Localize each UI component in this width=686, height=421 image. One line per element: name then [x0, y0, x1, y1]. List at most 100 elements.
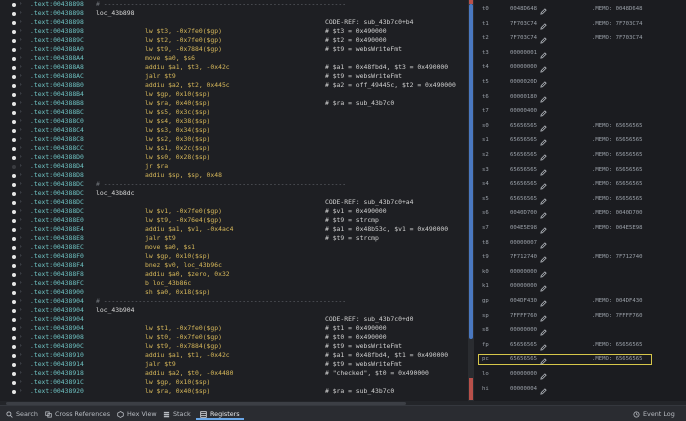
edit-pencil-icon[interactable]: [540, 167, 547, 176]
disassembly-line[interactable]: › .text:004388EC move $a0, $s1: [0, 243, 468, 252]
edit-pencil-icon[interactable]: [540, 79, 547, 88]
disassembly-line[interactable]: › .text:00438914 jalr $t9 # $t9 = websWrite…: [0, 360, 468, 369]
edit-pencil-icon[interactable]: [540, 210, 547, 220]
register-memory-ref[interactable]: .MEMO: 65656565: [592, 163, 643, 178]
breakpoint-dot[interactable]: [12, 209, 16, 214]
breakpoint-dot[interactable]: [12, 11, 16, 16]
register-row-lo[interactable]: lo 00000000: [474, 367, 686, 382]
register-memory-ref[interactable]: .MEMO: 004DF430: [592, 294, 643, 309]
disassembly-line[interactable]: › .text:00438908 lw $t0, -0x7fe0($gp) # $t0…: [0, 333, 468, 342]
register-value[interactable]: 65656565: [510, 177, 537, 192]
breakpoint-dot[interactable]: [12, 119, 16, 124]
breakpoint-dot[interactable]: [12, 389, 16, 394]
breakpoint-dot[interactable]: [12, 29, 16, 34]
register-value[interactable]: 65656565: [510, 338, 537, 353]
edit-pencil-icon[interactable]: [540, 342, 547, 351]
register-row-s2[interactable]: s2 65656565 .MEMO: 65656565: [474, 148, 686, 163]
register-value[interactable]: 0000020D: [510, 75, 537, 90]
disassembly-line[interactable]: › .text:004388A8 addiu $a1, $t3, -0x42c # $…: [0, 63, 468, 72]
register-memory-ref[interactable]: .MEMO: 65656565: [592, 177, 643, 192]
register-row-s6[interactable]: s6 0040D700 .MEMO: 0040D700: [474, 206, 686, 221]
edit-pencil-icon[interactable]: [540, 94, 547, 103]
register-row-pc[interactable]: pc 65656565 .MEMO: 65656565: [474, 352, 686, 367]
register-memory-ref[interactable]: .MEMO: 65656565: [592, 338, 643, 353]
register-memory-ref[interactable]: .MEMO: 0040D700: [592, 206, 643, 221]
edit-pencil-icon[interactable]: [540, 298, 547, 307]
register-row-sp[interactable]: sp 7FFFF760 .MEMO: 7FFFF760: [474, 309, 686, 324]
disassembly-line[interactable]: › .text:004388F4 bnez $v0, loc_43b96c: [0, 261, 468, 270]
edit-pencil-icon[interactable]: [540, 225, 547, 234]
breakpoint-dot[interactable]: [12, 173, 16, 178]
disassembly-line[interactable]: › .text:004388C4 lw $s3, 0x34($sp): [0, 126, 468, 135]
disassembly-line[interactable]: › .text:004388B0 addiu $a2, $t2, 0x445c # $…: [0, 81, 468, 90]
register-value[interactable]: 00000400: [510, 104, 537, 119]
edit-pencil-icon[interactable]: [540, 269, 547, 278]
register-row-t9[interactable]: t9 7F712740 .MEMO: 7F712740: [474, 250, 686, 265]
breakpoint-dot[interactable]: [12, 128, 16, 133]
disassembly-line[interactable]: › .text:00438918 addiu $a2, $t0, -0x4480 # …: [0, 369, 468, 378]
register-row-t4[interactable]: t4 00000000: [474, 60, 686, 75]
edit-pencil-icon[interactable]: [540, 356, 547, 366]
register-row-t0[interactable]: t0 0048D648 .MEMO: 0048D648: [474, 2, 686, 17]
edit-pencil-icon[interactable]: [540, 283, 547, 293]
register-value[interactable]: 7F703C74: [510, 17, 537, 32]
register-value[interactable]: 7F712740: [510, 250, 537, 265]
breakpoint-dot[interactable]: [12, 101, 16, 106]
breakpoint-dot[interactable]: [12, 299, 16, 304]
tab-stack[interactable]: Stack: [163, 406, 191, 421]
register-value[interactable]: 65656565: [510, 119, 537, 134]
register-value[interactable]: 004E5E98: [510, 221, 537, 236]
tab-cross-references[interactable]: Cross References: [45, 406, 110, 421]
register-memory-ref[interactable]: .MEMO: 65656565: [592, 192, 643, 207]
breakpoint-dot[interactable]: [12, 146, 16, 151]
event-log-button[interactable]: Event Log: [633, 406, 675, 421]
register-value[interactable]: 00000000: [510, 367, 537, 382]
disassembly-line[interactable]: › .text:00438904 loc_43b904: [0, 306, 468, 315]
register-value[interactable]: 00000180: [510, 90, 537, 105]
breakpoint-dot[interactable]: [12, 371, 16, 376]
register-row-t2[interactable]: t2 7F703C74 .MEMO: 7F703C74: [474, 31, 686, 46]
register-row-s0[interactable]: s0 65656565 .MEMO: 65656565: [474, 119, 686, 134]
register-memory-ref[interactable]: .MEMO: 65656565: [592, 133, 643, 148]
register-value[interactable]: 7F703C74: [510, 31, 537, 46]
breakpoint-dot[interactable]: [12, 110, 16, 115]
register-row-t3[interactable]: t3 00000001: [474, 46, 686, 61]
register-value[interactable]: 65656565: [510, 133, 537, 148]
edit-pencil-icon[interactable]: [540, 327, 547, 336]
register-value[interactable]: 0048D648: [510, 2, 537, 17]
register-row-s4[interactable]: s4 65656565 .MEMO: 65656565: [474, 177, 686, 192]
register-row-gp[interactable]: gp 004DF430 .MEMO: 004DF430: [474, 294, 686, 309]
breakpoint-dot[interactable]: [12, 65, 16, 70]
disassembly-line[interactable]: › .text:00438898 loc_43b898: [0, 9, 468, 18]
disassembly-line[interactable]: › .text:004388C0 lw $s4, 0x38($sp): [0, 117, 468, 126]
register-value[interactable]: 7FFFF760: [510, 309, 537, 324]
register-value[interactable]: 65656565: [510, 352, 537, 367]
breakpoint-dot[interactable]: [12, 227, 16, 232]
disassembly-line[interactable]: › .text:00438910 addiu $a1, $t1, -0x42c # $…: [0, 351, 468, 360]
edit-pencil-icon[interactable]: [540, 240, 547, 249]
disassembly-view[interactable]: › .text:00438898 # -----------------------…: [0, 0, 468, 401]
breakpoint-dot[interactable]: [12, 164, 16, 169]
register-value[interactable]: 00000004: [510, 382, 537, 397]
breakpoint-dot[interactable]: [12, 344, 16, 349]
code-label[interactable]: loc_43b8dc: [96, 189, 134, 198]
register-memory-ref[interactable]: .MEMO: 65656565: [592, 119, 643, 134]
disassembly-line[interactable]: › .text:004388B8 lw $ra, 0x40($sp) # $ra = …: [0, 99, 468, 108]
code-label[interactable]: loc_43b898: [96, 9, 134, 18]
register-memory-ref[interactable]: .MEMO: 7FFFF760: [592, 309, 643, 324]
register-value[interactable]: 65656565: [510, 192, 537, 207]
edit-pencil-icon[interactable]: [540, 254, 547, 263]
disassembly-line[interactable]: › .text:004388CC lw $s1, 0x2c($sp): [0, 144, 468, 153]
register-row-t1[interactable]: t1 7F703C74 .MEMO: 7F703C74: [474, 17, 686, 32]
register-value[interactable]: 00000000: [510, 323, 537, 338]
register-row-t6[interactable]: t6 00000180: [474, 90, 686, 105]
register-value[interactable]: 00000000: [510, 279, 537, 294]
register-row-s5[interactable]: s5 65656565 .MEMO: 65656565: [474, 192, 686, 207]
tab-hex-view[interactable]: Hex View: [117, 406, 157, 421]
breakpoint-dot[interactable]: [12, 272, 16, 277]
breakpoint-dot[interactable]: [12, 380, 16, 385]
register-row-s7[interactable]: s7 004E5E98 .MEMO: 004E5E98: [474, 221, 686, 236]
register-row-s3[interactable]: s3 65656565 .MEMO: 65656565: [474, 163, 686, 178]
disassembly-line[interactable]: › .text:0043890C lw $t9, -0x7884($gp) # $t9…: [0, 342, 468, 351]
breakpoint-dot[interactable]: [12, 191, 16, 196]
